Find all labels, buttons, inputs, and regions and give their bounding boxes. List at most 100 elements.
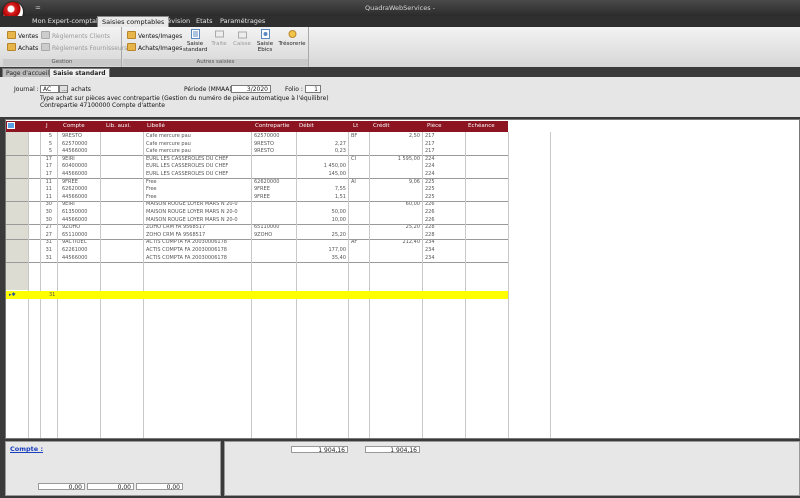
folio-input[interactable]: 1 xyxy=(305,85,321,93)
cell-jour[interactable]: 5 xyxy=(40,133,52,141)
cell-credit[interactable]: 212,40 xyxy=(380,239,421,247)
cell-compte[interactable]: 9EIRI xyxy=(62,156,75,164)
cell-debit[interactable]: 177,00 xyxy=(306,247,347,255)
cell-compte[interactable]: 9EIRI xyxy=(62,201,75,209)
cell-piece[interactable]: 224 xyxy=(425,156,435,164)
tresorerie-button[interactable]: Trésorerie xyxy=(278,29,306,47)
traite-button[interactable]: Traite xyxy=(208,29,230,47)
cell-lettrage[interactable]: AF xyxy=(351,239,357,247)
cell-libelle[interactable]: Free xyxy=(146,186,157,194)
reglements-clients-button[interactable]: Règlements Clients xyxy=(41,31,110,40)
cell-jour[interactable]: 31 xyxy=(40,239,52,247)
cell-jour[interactable]: 11 xyxy=(40,179,52,187)
cell-debit[interactable]: 1 450,00 xyxy=(306,163,346,171)
new-entry-row[interactable] xyxy=(6,291,508,299)
cell-contrepartie[interactable]: 65110000 xyxy=(254,224,279,232)
traite-icon xyxy=(214,30,224,38)
cell-libelle[interactable]: MAISON ROUGE LOYER MARS N 20-0 xyxy=(146,209,238,217)
cell-compte[interactable]: 62261000 xyxy=(62,247,87,255)
reglements-fournisseurs-button[interactable]: Règlements Fournisseurs xyxy=(41,43,127,52)
tab-parametrages[interactable]: Paramétrages xyxy=(216,16,269,27)
cell-jour[interactable]: 31 xyxy=(40,247,52,255)
cell-debit[interactable]: 2,27 xyxy=(306,141,346,149)
cell-piece[interactable]: 217 xyxy=(425,133,435,141)
select-all-icon[interactable] xyxy=(7,122,15,129)
cell-libelle[interactable]: ACTIS COMPTA FA 20030006178 xyxy=(146,239,227,247)
column-divider xyxy=(369,132,370,438)
col-header-piece[interactable]: Pièce xyxy=(427,121,442,132)
cell-libelle[interactable]: MAISON ROUGE LOYER MARS N 20-0 xyxy=(146,201,238,209)
cell-contrepartie[interactable]: 62570000 xyxy=(254,133,279,141)
cell-jour[interactable]: 27 xyxy=(40,224,52,232)
col-header-libelle[interactable]: Libellé xyxy=(147,121,165,132)
cell-piece[interactable]: 224 xyxy=(425,163,435,171)
cell-compte[interactable]: 62620000 xyxy=(62,186,87,194)
cell-credit[interactable]: 9,06 xyxy=(380,179,420,187)
cell-piece[interactable]: 226 xyxy=(425,209,435,217)
achats-images-button[interactable]: Achats/Images xyxy=(127,43,182,52)
cell-piece[interactable]: 234 xyxy=(425,247,435,255)
col-header-lettrage[interactable]: Lt xyxy=(353,121,358,132)
cell-piece[interactable]: 225 xyxy=(425,179,435,187)
cell-libelle[interactable]: EURL LES CASSEROLES DU CHEF xyxy=(146,163,228,171)
cell-contrepartie[interactable]: 62620000 xyxy=(254,179,279,187)
cell-contrepartie[interactable]: 9RESTO xyxy=(254,141,274,149)
journal-code-input[interactable]: AC xyxy=(40,85,59,93)
tab-etats[interactable]: Etats xyxy=(192,16,217,27)
cell-compte[interactable]: 9RESTO xyxy=(62,133,82,141)
cell-jour[interactable]: 30 xyxy=(40,201,52,209)
cell-jour[interactable]: 17 xyxy=(40,163,52,171)
cell-jour[interactable]: 30 xyxy=(40,209,52,217)
cell-compte[interactable]: 62570000 xyxy=(62,141,87,149)
col-header-debit[interactable]: Débit xyxy=(299,121,314,132)
cell-jour[interactable]: 5 xyxy=(40,141,52,149)
caisse-button[interactable]: Caisse xyxy=(231,29,253,47)
cell-debit[interactable]: 7,55 xyxy=(306,186,346,194)
compte-link[interactable]: Compte : xyxy=(10,445,43,453)
cell-lettrage[interactable]: CI xyxy=(351,156,356,164)
cell-compte[interactable]: 9FREE xyxy=(62,179,78,187)
achats-button[interactable]: Achats xyxy=(7,43,38,52)
cell-libelle[interactable]: ACTIS COMPTA FA 20030006178 xyxy=(146,247,227,255)
col-header-echeance[interactable]: Echéance xyxy=(468,121,495,132)
cell-piece[interactable]: 225 xyxy=(425,186,435,194)
cell-libelle[interactable]: EURL LES CASSEROLES DU CHEF xyxy=(146,156,228,164)
saisie-standard-button[interactable]: Saisie standard xyxy=(183,29,207,53)
cell-piece[interactable]: 217 xyxy=(425,141,435,149)
cell-libelle[interactable]: Free xyxy=(146,179,157,187)
ventes-images-button[interactable]: Ventes/Images xyxy=(127,31,182,40)
tab-revision[interactable]: Révision xyxy=(159,16,194,27)
cell-contrepartie[interactable]: 9FREE xyxy=(254,186,270,194)
cell-compte[interactable]: 60400000 xyxy=(62,163,87,171)
col-header-compte[interactable]: Compte xyxy=(63,121,85,132)
col-header-contrepartie[interactable]: Contrepartie xyxy=(255,121,290,132)
col-header-lib-auxi[interactable]: Lib. auxi. xyxy=(106,121,131,132)
cell-lettrage[interactable]: AI xyxy=(351,179,356,187)
cell-compte[interactable]: 61350000 xyxy=(62,209,87,217)
ventes-button[interactable]: Ventes xyxy=(7,31,38,40)
cell-piece[interactable]: 228 xyxy=(425,224,435,232)
cell-jour[interactable]: 17 xyxy=(40,156,52,164)
total-debit: 1 904,16 xyxy=(291,446,348,454)
cell-credit[interactable]: 25,20 xyxy=(380,224,420,232)
cell-libelle[interactable]: ZOHO CRM FA 9568517 xyxy=(146,224,205,232)
cell-piece[interactable]: 234 xyxy=(425,239,435,247)
cell-libelle[interactable]: Cafe mercure pau xyxy=(146,141,191,149)
cell-credit[interactable]: 2,50 xyxy=(380,133,420,141)
cell-piece[interactable]: 226 xyxy=(425,201,435,209)
saisie-ebics-button[interactable]: Saisie Ebics xyxy=(254,29,276,53)
cell-libelle[interactable]: Cafe mercure pau xyxy=(146,133,191,141)
col-header-jour[interactable]: J xyxy=(46,121,48,132)
journal-lookup-button[interactable]: ... xyxy=(59,85,68,93)
cell-credit[interactable]: 60,00 xyxy=(380,201,420,209)
cell-lettrage[interactable]: BF xyxy=(351,133,357,141)
cell-compte[interactable]: 9ACTIOEC xyxy=(62,239,87,247)
periode-input[interactable]: 3/2020 xyxy=(231,85,271,93)
cell-debit[interactable]: 50,00 xyxy=(306,209,346,217)
new-row-day[interactable]: 31 xyxy=(49,291,55,299)
col-header-credit[interactable]: Crédit xyxy=(373,121,390,132)
cell-compte[interactable]: 9ZOHO xyxy=(62,224,80,232)
cell-jour[interactable]: 11 xyxy=(40,186,52,194)
cell-credit[interactable]: 1 595,00 xyxy=(380,156,420,164)
column-divider xyxy=(465,132,466,438)
